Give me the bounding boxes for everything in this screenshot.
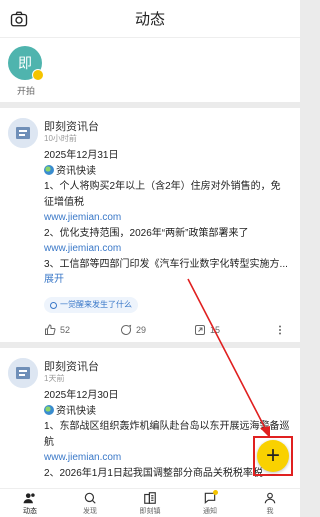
more-icon[interactable]: [274, 324, 286, 336]
expand-button[interactable]: 展开: [44, 272, 290, 288]
tab-discover[interactable]: 发现: [60, 489, 120, 517]
camera-badge-icon: [32, 69, 44, 81]
story-item-shoot[interactable]: 即 开拍: [8, 46, 44, 97]
plus-icon: +: [265, 442, 280, 469]
search-icon: [84, 492, 96, 504]
add-post-button[interactable]: +: [257, 440, 289, 472]
building-icon: [144, 492, 156, 504]
topic-icon: [50, 301, 57, 309]
globe-icon: [44, 164, 54, 175]
comment-icon: [121, 324, 132, 335]
notification-dot: [213, 490, 218, 495]
tab-me[interactable]: 我: [240, 489, 300, 517]
post-card[interactable]: 即刻资讯台 10小时前 2025年12月31日 资讯快读 1、个人将购买2年以上…: [0, 108, 300, 342]
share-button[interactable]: 15: [194, 324, 220, 336]
thumb-up-icon: [45, 324, 56, 335]
topic-tag[interactable]: 一觉醒来发生了什么: [44, 297, 138, 313]
page-title: 动态: [134, 11, 165, 28]
post-section: 资讯快读: [44, 164, 290, 180]
person-icon: [264, 492, 276, 504]
story-avatar[interactable]: 即: [8, 46, 44, 81]
author-avatar[interactable]: [8, 358, 38, 388]
post-date: 2025年12月30日: [44, 390, 119, 401]
author-avatar[interactable]: [8, 118, 38, 148]
share-icon: [195, 325, 205, 335]
story-label: 开拍: [16, 86, 35, 96]
top-bar: 动态: [0, 0, 300, 38]
tab-feed[interactable]: 动态: [0, 489, 60, 517]
post-date: 2025年12月31日: [44, 150, 119, 161]
people-icon: [23, 493, 35, 504]
post-body: 2025年12月31日 资讯快读 1、个人将购买2年以上（含2年）住房对外销售的…: [44, 148, 290, 288]
tab-town[interactable]: 即刻镇: [120, 489, 180, 517]
post-actions: 52 29 15: [44, 324, 290, 338]
post-link[interactable]: www.jiemian.com: [44, 241, 290, 257]
story-bar: 即 开拍: [0, 38, 300, 102]
post-item: 3、工信部等四部门印发《汽车行业数字化转型实施方...: [44, 258, 288, 270]
tab-notifications[interactable]: 通知: [180, 489, 240, 517]
camera-icon[interactable]: [10, 10, 28, 28]
globe-icon: [44, 404, 54, 415]
post-link[interactable]: www.jiemian.com: [44, 210, 290, 226]
post-author[interactable]: 即刻资讯台: [44, 358, 99, 374]
bottom-tab-bar: 动态 发现 即刻镇 通知 我: [0, 488, 300, 517]
post-item: 1、个人将购买2年以上（含2年）住房对外销售的，免征增值税: [44, 181, 281, 208]
post-time: 1天前: [44, 374, 65, 383]
post-section: 资讯快读: [44, 404, 290, 420]
like-button[interactable]: 52: [44, 324, 70, 336]
comment-button[interactable]: 29: [120, 324, 146, 336]
post-item: 2、优化支持范围，2026年“两新”政策部署来了: [44, 227, 249, 239]
post-author[interactable]: 即刻资讯台: [44, 118, 99, 134]
post-time: 10小时前: [44, 134, 77, 143]
